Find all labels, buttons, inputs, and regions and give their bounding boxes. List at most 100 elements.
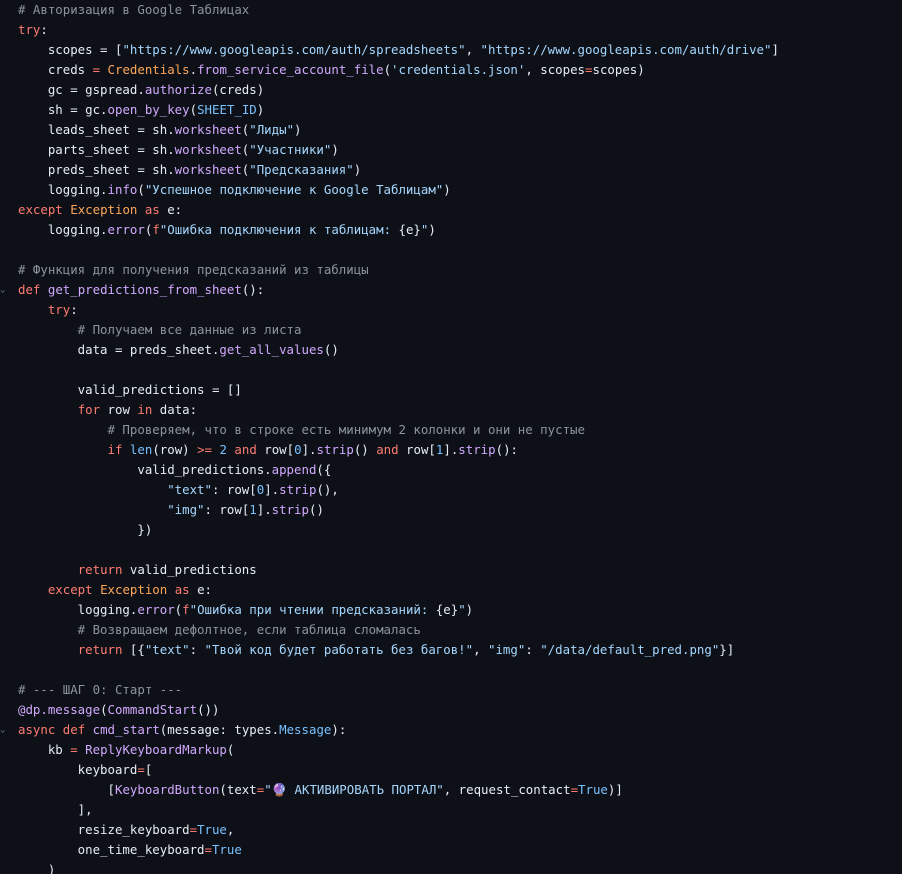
code-token: creds [18, 62, 93, 77]
code-token: = [570, 782, 579, 797]
code-token: , request_contact [443, 782, 571, 797]
code-token: ) [256, 102, 265, 117]
code-line: # --- ШАГ 0: Старт --- [18, 680, 182, 700]
code-token: () [308, 502, 324, 517]
code-token: Credentials [107, 62, 190, 77]
code-token: ReplyKeyboardMarkup [85, 742, 227, 757]
code-token: authorize [144, 82, 212, 97]
code-token: strip [279, 482, 317, 497]
code-line: except Exception as e: [18, 580, 212, 600]
fold-chevron-icon[interactable]: ⌄ [0, 280, 8, 300]
code-token: and [234, 442, 257, 457]
code-token: ) [353, 162, 362, 177]
code-editor[interactable]: # Авторизация в Google Таблицах try: scop… [0, 0, 902, 874]
code-token: [ [18, 782, 115, 797]
code-line: scopes = ["https://www.googleapis.com/au… [18, 40, 779, 60]
code-line: # Возвращаем дефолтное, если таблица сло… [18, 620, 421, 640]
code-token: "Твой код будет работать без багов!" [204, 642, 474, 657]
code-token: 'credentials.json' [391, 62, 526, 77]
code-token: logging. [18, 182, 108, 197]
code-token: worksheet [174, 162, 242, 177]
code-token: leads_sheet = sh. [18, 122, 175, 137]
code-token: 1 [249, 502, 257, 517]
code-token: as [144, 202, 160, 217]
code-token: open_by_key [107, 102, 190, 117]
code-line: return [{"text": "Твой код будет работат… [18, 640, 735, 660]
code-token: resize_keyboard [18, 822, 190, 837]
code-token: " [458, 602, 466, 617]
code-token: valid_predictions. [18, 462, 272, 477]
code-token: True [578, 782, 608, 797]
code-token: {e} [398, 222, 421, 237]
code-token: one_time_keyboard [18, 842, 205, 857]
code-token: ) [428, 222, 436, 237]
code-token: ( [100, 702, 108, 717]
code-token: (creds) [211, 82, 265, 97]
code-token: ) [465, 602, 474, 617]
code-line: parts_sheet = sh.worksheet("Участники") [18, 140, 339, 160]
code-token: [ [144, 762, 153, 777]
code-line: one_time_keyboard=True [18, 840, 242, 860]
code-token: (): [241, 282, 265, 297]
code-token: except [18, 202, 63, 217]
code-token: error [137, 602, 175, 617]
code-line: logging.info("Успешное подключение к Goo… [18, 180, 451, 200]
code-token: ( [226, 742, 235, 757]
code-token: row[ [398, 442, 436, 457]
code-token: "Ошибка подключения к таблицам: [159, 222, 399, 237]
code-line: gc = gspread.authorize(creds) [18, 80, 264, 100]
code-token: preds_sheet = sh. [18, 162, 175, 177]
code-token: "Участники" [249, 142, 332, 157]
code-token: ) [18, 862, 56, 874]
code-line: except Exception as e: [18, 200, 182, 220]
code-token: ()) [197, 702, 220, 717]
code-line: data = preds_sheet.get_all_values() [18, 340, 339, 360]
code-token: get_all_values [219, 342, 324, 357]
code-token: "Предсказания" [249, 162, 354, 177]
code-token: return [77, 562, 123, 577]
code-token: valid_predictions = [] [18, 382, 242, 397]
code-token: keyboard [18, 762, 138, 777]
code-line: def get_predictions_from_sheet(): [18, 280, 264, 300]
code-token: try [18, 22, 41, 37]
code-line: creds = Credentials.from_service_account… [18, 60, 645, 80]
code-token: def [18, 282, 41, 297]
code-token: () [353, 442, 377, 457]
code-token: try [47, 302, 71, 317]
code-token: (), [316, 482, 339, 497]
code-token: data = preds_sheet. [18, 342, 220, 357]
code-token: : [40, 22, 48, 37]
code-token: = [92, 62, 101, 77]
code-token: SHEET_ID [197, 102, 257, 117]
code-token: : [525, 642, 541, 657]
code-line: @dp.message(CommandStart()) [18, 700, 219, 720]
code-token: return [77, 642, 123, 657]
code-line: leads_sheet = sh.worksheet("Лиды") [18, 120, 302, 140]
code-token: (message: types. [159, 722, 280, 737]
code-token: info [107, 182, 138, 197]
code-token: : [70, 302, 78, 317]
code-token: ) [294, 122, 302, 137]
code-token: = [204, 842, 212, 857]
code-line: # Авторизация в Google Таблицах [18, 0, 249, 20]
code-token: async [18, 722, 56, 737]
code-token: f [152, 222, 160, 237]
code-token: gc = gspread. [18, 82, 145, 97]
code-token: data: [152, 402, 198, 417]
code-token: )] [607, 782, 623, 797]
code-token: "text" [167, 482, 212, 497]
code-token: True [211, 842, 242, 857]
code-token: ) [331, 142, 339, 157]
fold-chevron-icon[interactable]: ⌄ [0, 720, 8, 740]
code-token: worksheet [174, 122, 242, 137]
code-token: logging. [18, 602, 138, 617]
code-token: CommandStart [107, 702, 198, 717]
